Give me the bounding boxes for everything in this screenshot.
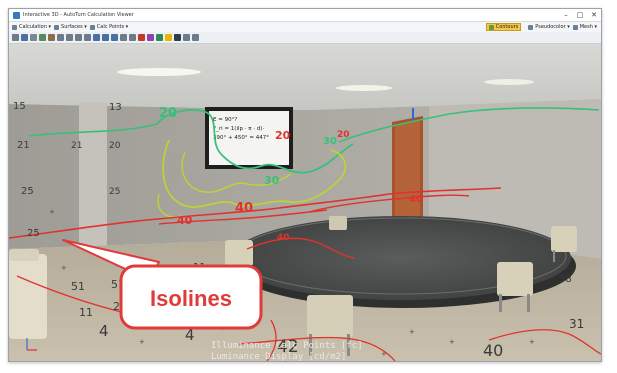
3d-viewport[interactable]: E = 90°? F_ri = 1(ilp · π · d)· 390° + 4… bbox=[9, 44, 601, 361]
pseudocolor-menu[interactable]: Pseudocolor ▾ bbox=[528, 24, 570, 30]
grid-value: 21 bbox=[71, 141, 82, 151]
calculation-viewer-window: Interactive 3D - AutoTurn Calculation Vi… bbox=[8, 8, 602, 362]
grid-value: 13 bbox=[109, 102, 122, 113]
ceiling-light bbox=[117, 68, 201, 76]
light-icon[interactable] bbox=[165, 34, 172, 41]
isolines-callout-label: Isolines bbox=[150, 286, 232, 311]
footer-line-1: Illuminance Calc Points [fc] bbox=[211, 341, 363, 351]
svg-text:+: + bbox=[49, 208, 55, 216]
grid-value: 31 bbox=[569, 317, 584, 331]
grid-value: 21 bbox=[17, 140, 30, 151]
app-icon bbox=[13, 11, 20, 19]
view-iso-icon[interactable] bbox=[84, 34, 91, 41]
svg-text:+: + bbox=[61, 264, 67, 272]
window-title: Interactive 3D - AutoTurn Calculation Vi… bbox=[23, 12, 134, 18]
ceiling bbox=[9, 44, 601, 110]
footer-line-2: Luminance Display [cd/m2] bbox=[211, 352, 346, 361]
view-toolbar bbox=[9, 32, 601, 44]
grid-value: 15 bbox=[13, 101, 26, 112]
svg-text:+: + bbox=[381, 350, 387, 358]
calc-points-menu[interactable]: Calc Points ▾ bbox=[89, 24, 128, 30]
close-button[interactable]: ✕ bbox=[587, 9, 601, 21]
svg-text:+: + bbox=[139, 338, 145, 346]
armchair-back bbox=[9, 249, 39, 261]
pseudocolor-icon bbox=[528, 24, 534, 30]
wall-column bbox=[79, 102, 107, 251]
svg-text:+: + bbox=[409, 328, 415, 336]
isoline-label: 30 bbox=[323, 136, 337, 147]
isoline-label: 20 bbox=[159, 106, 177, 121]
select-icon[interactable] bbox=[174, 34, 181, 41]
contours-toggle[interactable]: Contours bbox=[485, 23, 522, 31]
chair bbox=[225, 240, 253, 266]
grid-value: 25 bbox=[21, 186, 34, 197]
mesh-icon bbox=[572, 24, 578, 30]
grid-value: 25 bbox=[109, 187, 120, 197]
mesh-menu[interactable]: Mesh ▾ bbox=[572, 24, 597, 30]
record-icon[interactable] bbox=[138, 34, 145, 41]
zoom-fit-icon[interactable] bbox=[111, 34, 118, 41]
display-line-1: E = 90°? bbox=[213, 117, 237, 123]
menu-bar: Calculation ▾ Surfaces ▾ Calc Points ▾ C… bbox=[9, 22, 601, 32]
help-icon[interactable] bbox=[192, 34, 199, 41]
grid-value: 20 bbox=[109, 141, 121, 151]
chair bbox=[329, 216, 347, 230]
zoom-out-icon[interactable] bbox=[102, 34, 109, 41]
isoline-label: 40 bbox=[235, 201, 253, 216]
calculation-menu[interactable]: Calculation ▾ bbox=[12, 24, 51, 30]
settings-icon[interactable] bbox=[183, 34, 190, 41]
grid-value: 4 bbox=[99, 322, 109, 340]
grid-value: 51 bbox=[71, 280, 85, 293]
rotate-icon[interactable] bbox=[120, 34, 127, 41]
calculation-icon bbox=[12, 24, 17, 30]
room-render: E = 90°? F_ri = 1(ilp · π · d)· 390° + 4… bbox=[9, 44, 601, 361]
print-icon[interactable] bbox=[30, 34, 37, 41]
walk-icon[interactable] bbox=[156, 34, 163, 41]
calc-points-icon bbox=[89, 24, 95, 30]
isoline-label: 40 bbox=[277, 233, 290, 243]
view-side-icon[interactable] bbox=[75, 34, 82, 41]
isoline-label: 20 bbox=[275, 129, 291, 142]
display-line-3: 390° + 450° = 447° bbox=[213, 135, 269, 141]
ceiling-light bbox=[484, 79, 534, 85]
pan-icon[interactable] bbox=[129, 34, 136, 41]
surfaces-menu[interactable]: Surfaces ▾ bbox=[54, 24, 87, 30]
grid-value: 40 bbox=[483, 341, 503, 360]
surfaces-icon bbox=[54, 24, 60, 30]
render-icon[interactable] bbox=[147, 34, 154, 41]
open-icon[interactable] bbox=[12, 34, 19, 41]
isoline-label: 20 bbox=[337, 130, 350, 140]
view-top-icon[interactable] bbox=[57, 34, 64, 41]
isoline-label: 30 bbox=[264, 174, 280, 187]
isoline-label: 40 bbox=[177, 214, 193, 227]
camera-icon[interactable] bbox=[39, 34, 46, 41]
copy-icon[interactable] bbox=[48, 34, 55, 41]
title-bar: Interactive 3D - AutoTurn Calculation Vi… bbox=[9, 9, 601, 22]
contours-icon bbox=[488, 24, 494, 30]
ceiling-light bbox=[336, 85, 392, 91]
save-icon[interactable] bbox=[21, 34, 28, 41]
minimize-button[interactable]: – bbox=[559, 9, 573, 21]
armchair bbox=[9, 254, 47, 339]
grid-value: 38 bbox=[559, 274, 572, 285]
maximize-button[interactable]: □ bbox=[573, 9, 587, 21]
display-line-2: F_ri = 1(ilp · π · d)· bbox=[213, 126, 264, 132]
svg-text:+: + bbox=[529, 338, 535, 346]
view-front-icon[interactable] bbox=[66, 34, 73, 41]
zoom-in-icon[interactable] bbox=[93, 34, 100, 41]
svg-text:+: + bbox=[449, 338, 455, 346]
grid-value: 25 bbox=[27, 228, 40, 239]
grid-value: 11 bbox=[79, 306, 93, 319]
isoline-label: 40 bbox=[409, 194, 423, 205]
